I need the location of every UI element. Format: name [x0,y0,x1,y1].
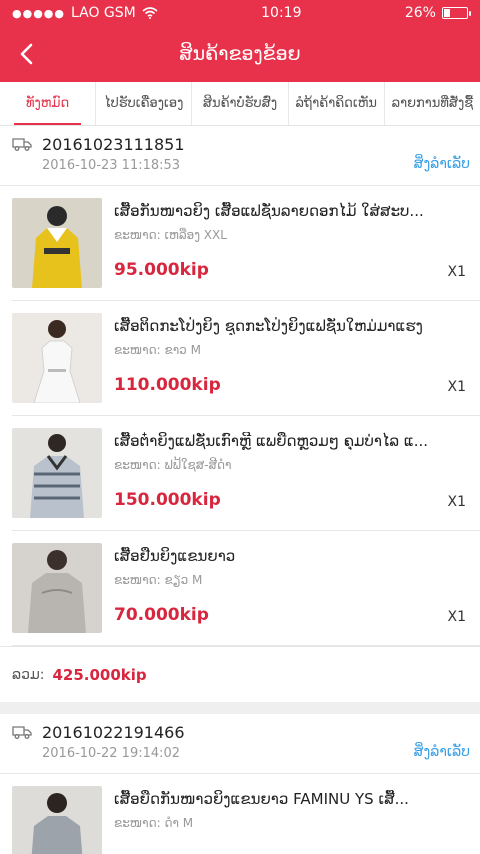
order-card: 20161023111851 2016-10-23 11:18:53 ສິ່ງລ… [0,126,480,702]
product-image [12,543,102,633]
app-header: ●●●●● LAO GSM 10:19 26% ສິນຄ້າຂອງຂ້ອຍ [0,0,480,82]
product-image [12,428,102,518]
status-bar: ●●●●● LAO GSM 10:19 26% [0,0,480,26]
tab-awaiting-review[interactable]: ລໍຖ້າຄ້າຄິດເຫັນ [287,82,384,125]
product-price: 110.000kip [114,375,221,395]
back-button[interactable] [10,38,42,70]
truck-icon [12,138,32,151]
product-name: ເສື້ອກັນໜາວຍິງ ເສື້ອແຟຊັ່ນລາຍດອກໄມ້ ໃສ່ສ… [114,202,424,220]
order-card: 20161022191466 2016-10-22 19:14:02 ສິ່ງລ… [0,714,480,854]
product-price: 70.000kip [114,605,209,625]
chevron-left-icon [20,43,33,65]
page-title: ສິນຄ້າຂອງຂ້ອຍ [179,43,301,65]
tab-all[interactable]: ທັງຫມົດ [0,82,95,125]
order-item[interactable]: ເສື້ອຕິດກະໂປ່ງຍິງ ຊຸດກະໂປ່ງຍິງແຟຊັ່ນໃຫມ່… [12,301,480,416]
product-image [12,786,102,854]
nav-bar: ສິນຄ້າຂອງຂ້ອຍ [0,26,480,82]
battery-percent: 26% [404,5,436,21]
product-variant: ຂະໜາດ: ຂາວ M [114,343,201,357]
product-variant: ຂະໜາດ: ດຳ M [114,816,194,830]
order-list: 20161023111851 2016-10-23 11:18:53 ສິ່ງລ… [0,126,480,854]
order-item[interactable]: ເສື້ອກັນໜາວຍິງ ເສື້ອແຟຊັ່ນລາຍດອກໄມ້ ໃສ່ສ… [12,186,480,301]
order-header: 20161023111851 2016-10-23 11:18:53 ສິ່ງລ… [0,126,480,186]
status-time: 10:19 [261,5,302,21]
product-variant: ຂະໜາດ: ເຫລືອງ XXL [114,228,227,242]
wifi-icon [142,7,158,19]
tab-not-delivered[interactable]: ສິນຄ້າບໍ່ຮັບສົ່ງ [191,82,287,125]
product-name: ເສື້ອຕ໋າຍິງແຟຊັ່ນເກົາຫຼີ ແພຍືດຫຼວມໆ ຄຸມບ… [114,432,429,450]
product-name: ເສື້ອຍືດກັນໜາວຍິງແຂນຍາວ FAMINU YS ເສື້..… [114,790,409,808]
total-amount: 425.000kip [52,665,147,684]
truck-icon [12,726,32,739]
product-price: 95.000kip [114,260,209,280]
carrier-name: LAO GSM [71,5,136,21]
order-total: ລວມ: 425.000kip [0,646,480,702]
product-quantity: X1 [447,264,467,280]
product-variant: ຂະໜາດ: ຟຟ້ໃຊສ-ສີດຳ [114,458,232,472]
order-status-tabs: ທັງຫມົດ ໄປຮັບເຄື່ອງເອງ ສິນຄ້າບໍ່ຮັບສົ່ງ … [0,82,480,126]
order-number: 20161023111851 [42,135,185,154]
product-variant: ຂະໜາດ: ຂຽວ M [114,573,203,587]
battery-level [443,9,451,17]
signal-strength-icon: ●●●●● [12,6,65,20]
tab-self-pickup[interactable]: ໄປຮັບເຄື່ອງເອງ [95,82,191,125]
product-quantity: X1 [447,379,467,395]
product-quantity: X1 [447,494,467,510]
product-image [12,198,102,288]
track-shipment-link[interactable]: ສິ່ງລຳເລັບ [414,156,470,172]
order-item[interactable]: ເສື້ອຕ໋າຍິງແຟຊັ່ນເກົາຫຼີ ແພຍືດຫຼວມໆ ຄຸມບ… [12,416,480,531]
tab-order-list[interactable]: ລາຍການທີ່ສັ່ງຊື້ [383,82,480,125]
battery-icon [441,7,471,19]
track-shipment-link[interactable]: ສິ່ງລຳເລັບ [414,744,470,760]
product-image [12,313,102,403]
order-number: 20161022191466 [42,723,185,742]
order-item[interactable]: ເສື້ອຢືນຍິງແຂນຍາວ ຂະໜາດ: ຂຽວ M 70.000kip… [12,531,480,646]
product-name: ເສື້ອຕິດກະໂປ່ງຍິງ ຊຸດກະໂປ່ງຍິງແຟຊັ່ນໃຫມ່… [114,317,423,335]
product-name: ເສື້ອຢືນຍິງແຂນຍາວ [114,547,236,565]
total-label: ລວມ: [12,666,45,683]
order-item[interactable]: ເສື້ອຍືດກັນໜາວຍິງແຂນຍາວ FAMINU YS ເສື້..… [12,774,480,854]
product-price: 150.000kip [114,490,221,510]
order-header: 20161022191466 2016-10-22 19:14:02 ສິ່ງລ… [0,714,480,774]
product-quantity: X1 [447,609,467,625]
